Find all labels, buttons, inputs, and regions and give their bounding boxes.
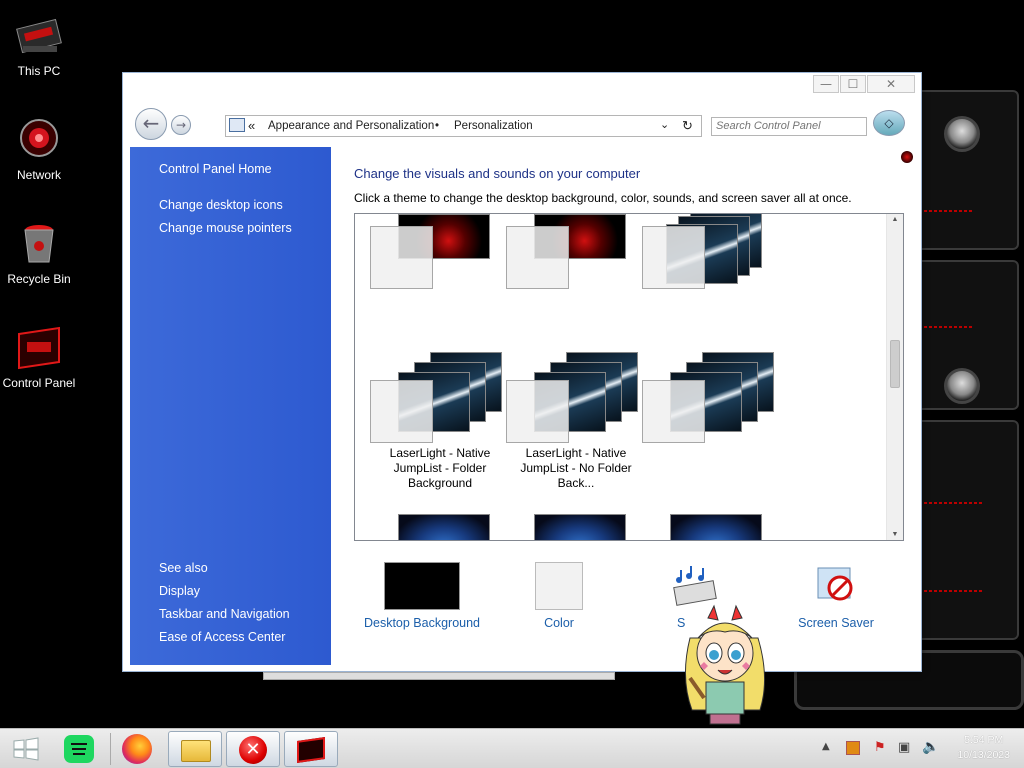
red-x-icon: ✕ [239, 736, 267, 764]
minimize-button[interactable]: — [813, 75, 839, 93]
ease-of-access-link[interactable]: Ease of Access Center [159, 630, 285, 644]
back-arrow-icon: ← [142, 111, 160, 135]
close-button[interactable]: ✕ [867, 75, 915, 93]
address-chevrons[interactable]: « [248, 118, 255, 133]
breadcrumb-separator: • [435, 120, 440, 132]
control-panel-icon [229, 118, 245, 132]
taskbar-separator [110, 733, 111, 765]
forward-button[interactable]: → [171, 115, 191, 135]
recycle-bin-icon [15, 220, 63, 268]
refresh-icon[interactable]: ↻ [682, 118, 693, 134]
alien-head-icon [944, 368, 980, 404]
maximize-button[interactable]: ☐ [840, 75, 866, 93]
control-panel-home-link[interactable]: Control Panel Home [159, 162, 272, 176]
start-button[interactable] [6, 731, 46, 767]
volume-icon[interactable]: 🔈 [922, 739, 939, 755]
show-hidden-icons-icon[interactable]: ▲ [822, 741, 830, 752]
change-mouse-pointers-link[interactable]: Change mouse pointers [159, 221, 292, 235]
folder-icon [181, 740, 211, 762]
windows-logo-icon [13, 737, 39, 761]
theme-name: LaserLight - Native JumpList - Folder Ba… [389, 446, 491, 490]
spotify-icon [64, 735, 94, 763]
scroll-down-arrow-icon[interactable]: ▼ [887, 531, 903, 538]
action-center-flag-icon[interactable]: ⚑ [874, 740, 886, 755]
forward-arrow-icon: → [175, 118, 187, 132]
search-input[interactable] [716, 120, 862, 132]
taskbar-app-firefox[interactable] [116, 731, 158, 767]
taskbar-app-control-panel[interactable] [284, 731, 338, 767]
taskbar-navigation-link[interactable]: Taskbar and Navigation [159, 607, 290, 621]
clock[interactable]: 5:54 PM 10/13/2023 [957, 733, 1010, 763]
see-also-heading: See also [159, 561, 208, 575]
mascot-sticker [670, 598, 780, 728]
scrollbar-thumb[interactable] [890, 340, 900, 388]
control-panel-icon [15, 324, 63, 372]
theme-list-scrollbar[interactable]: ▲ ▼ [886, 214, 903, 540]
taskbar-app-file-explorer[interactable] [168, 731, 222, 767]
page-subheading: Click a theme to change the desktop back… [354, 191, 852, 205]
desktop-background-swatch [384, 562, 460, 610]
theme-item-laserlight-folder-bg[interactable]: LaserLight - Native JumpList - Folder Ba… [370, 352, 510, 491]
color-swatch [535, 562, 583, 610]
color-button[interactable]: Color [519, 562, 599, 630]
desktop-background-button[interactable]: Desktop Background [359, 562, 485, 630]
desktop-icon-label: This PC [17, 64, 61, 78]
desktop-icon-this-pc[interactable]: This PC [0, 12, 78, 78]
help-icon: ◇ [884, 116, 894, 130]
background-window-edge [263, 672, 615, 680]
desktop-icon-label: Network [16, 168, 61, 182]
theme-item-laserlight-no-folder-bg[interactable]: LaserLight - Native JumpList - No Folder… [506, 352, 646, 491]
navigation-bar: ← → « Appearance and Personalization • P… [123, 105, 921, 145]
theme-item[interactable] [506, 214, 646, 289]
theme-item[interactable] [642, 512, 782, 540]
screen-saver-label: Screen Saver [798, 616, 874, 630]
scroll-up-arrow-icon[interactable]: ▲ [887, 216, 903, 223]
clock-time: 5:54 PM [964, 734, 1004, 746]
alienware-icon [901, 151, 913, 163]
alien-head-icon [944, 116, 980, 152]
change-desktop-icons-link[interactable]: Change desktop icons [159, 198, 283, 212]
system-tray: ▲ ⚑ ▣ 🔈 [818, 729, 948, 768]
search-box[interactable] [711, 117, 867, 136]
title-bar[interactable]: — ☐ ✕ [123, 73, 921, 105]
firefox-icon [122, 734, 152, 764]
taskbar-app-spotify[interactable] [58, 731, 100, 767]
address-bar[interactable]: « Appearance and Personalization • Perso… [225, 115, 702, 137]
back-button[interactable]: ← [135, 108, 167, 140]
taskbar: ✕ ▲ ⚑ ▣ 🔈 5:54 PM 10/13/2023 [0, 728, 1024, 768]
network-icon [15, 116, 63, 164]
this-pc-icon [15, 12, 63, 60]
taskbar-app-close-tool[interactable]: ✕ [226, 731, 280, 767]
control-panel-icon [297, 737, 325, 763]
desktop-icon-label: Recycle Bin [7, 272, 71, 286]
display-link[interactable]: Display [159, 584, 200, 598]
sidebar: Control Panel Home Change desktop icons … [130, 147, 331, 665]
theme-name: LaserLight - Native JumpList - No Folder… [520, 446, 632, 490]
help-button[interactable]: ◇ [873, 110, 905, 136]
breadcrumb-appearance[interactable]: Appearance and Personalization [268, 120, 434, 132]
theme-item[interactable] [506, 512, 646, 540]
clock-date: 10/13/2023 [957, 749, 1010, 761]
desktop-icon-label: Control Panel [2, 376, 76, 390]
screen-saver-icon [812, 562, 860, 610]
chevron-down-icon[interactable]: ⌄ [660, 118, 669, 131]
page-heading: Change the visuals and sounds on your co… [354, 166, 641, 181]
color-label: Color [544, 616, 574, 630]
theme-item[interactable] [642, 352, 782, 446]
theme-item[interactable] [370, 512, 510, 540]
desktop-background-label: Desktop Background [363, 616, 481, 630]
theme-item[interactable] [642, 214, 782, 289]
desktop-icon-network[interactable]: Network [0, 116, 78, 182]
main-content: Change the visuals and sounds on your co… [331, 147, 921, 665]
network-tray-icon[interactable]: ▣ [898, 740, 910, 755]
desktop-icon-recycle-bin[interactable]: Recycle Bin [0, 220, 78, 286]
desktop-icon-control-panel[interactable]: Control Panel [0, 324, 78, 390]
breadcrumb-personalization[interactable]: Personalization [454, 120, 533, 132]
screen-saver-button[interactable]: Screen Saver [791, 562, 881, 630]
theme-item[interactable] [370, 214, 510, 289]
tray-app-icon[interactable] [846, 741, 860, 755]
personalization-window: — ☐ ✕ ← → « Appearance and Personalizati… [122, 72, 922, 672]
theme-list[interactable]: LaserLight - Native JumpList - Folder Ba… [354, 213, 904, 541]
